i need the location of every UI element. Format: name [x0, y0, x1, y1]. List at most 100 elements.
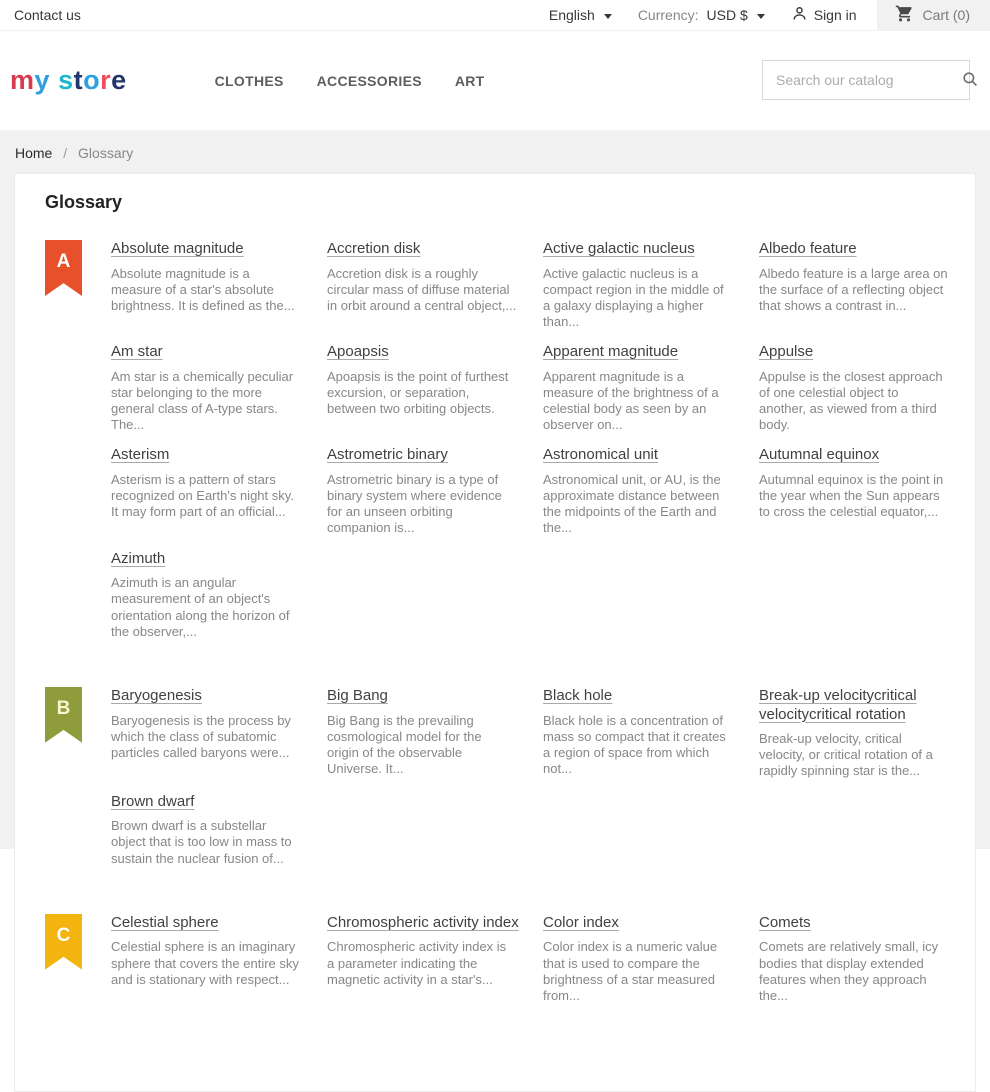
- term-link[interactable]: Asterism: [111, 446, 169, 463]
- glossary-term: Black hole Black hole is a concentration…: [543, 687, 741, 780]
- term-link[interactable]: Brown dwarf: [111, 793, 194, 810]
- term-link[interactable]: Baryogenesis: [111, 687, 202, 704]
- term-link[interactable]: Autumnal equinox: [759, 446, 879, 463]
- cart-label: Cart (0): [922, 7, 970, 23]
- glossary-term: Break-up velocitycritical velocitycritic…: [759, 687, 957, 780]
- term-link[interactable]: Astrometric binary: [327, 446, 448, 463]
- glossary-term: Big Bang Big Bang is the prevailing cosm…: [327, 687, 525, 780]
- term-description: Apparent magnitude is a measure of the b…: [543, 368, 719, 433]
- term-description: Baryogenesis is the process by which the…: [111, 712, 291, 760]
- glossary-term: Active galactic nucleus Active galactic …: [543, 240, 741, 330]
- language-selected-label: English: [548, 7, 595, 23]
- contact-us-link[interactable]: Contact us: [14, 0, 81, 30]
- main-header: my store CLOTHES ACCESSORIES ART: [0, 31, 990, 130]
- glossary-term: Brown dwarf Brown dwarf is a substellar …: [111, 793, 309, 867]
- nav-item-accessories[interactable]: ACCESSORIES: [317, 73, 422, 89]
- letter-badge-column: A: [31, 240, 111, 640]
- term-description: Astrometric binary is a type of binary s…: [327, 472, 502, 536]
- glossary-term: Color index Color index is a numeric val…: [543, 914, 741, 1004]
- search-icon: [961, 70, 979, 91]
- caret-down-icon: [603, 13, 612, 19]
- glossary-term: Albedo feature Albedo feature is a large…: [759, 240, 957, 330]
- letter-badge-column: B: [31, 686, 111, 867]
- nav-item-art[interactable]: ART: [455, 73, 485, 89]
- glossary-term: Celestial sphere Celestial sphere is an …: [111, 914, 309, 1004]
- glossary-term: Baryogenesis Baryogenesis is the process…: [111, 687, 309, 780]
- glossary-term: Astronomical unit Astronomical unit, or …: [543, 446, 741, 536]
- term-link[interactable]: Azimuth: [111, 550, 165, 567]
- glossary-letter-section: B Baryogenesis Baryogenesis is the proce…: [31, 686, 959, 867]
- term-link[interactable]: Comets: [759, 914, 811, 931]
- top-bar-right: English Currency: USD $ Sign in Cart (0): [549, 0, 990, 30]
- term-description: Appulse is the closest approach of one c…: [759, 368, 943, 433]
- glossary-panel: Glossary A Absolute magnitude Absolute m…: [14, 173, 976, 1092]
- term-link[interactable]: Appulse: [759, 343, 813, 360]
- letter-badge-label: C: [56, 924, 71, 946]
- term-description: Azimuth is an angular measurement of an …: [111, 575, 290, 639]
- glossary-letter-section: A Absolute magnitude Absolute magnitude …: [31, 240, 959, 640]
- breadcrumb-home-link[interactable]: Home: [15, 145, 52, 161]
- shopping-cart-icon: [895, 4, 914, 26]
- term-link[interactable]: Accretion disk: [327, 240, 420, 257]
- term-link[interactable]: Astronomical unit: [543, 446, 658, 463]
- letter-badge-label: A: [56, 251, 71, 272]
- glossary-term: Absolute magnitude Absolute magnitude is…: [111, 240, 309, 330]
- caret-down-icon: [756, 13, 765, 19]
- sign-in-link[interactable]: Sign in: [791, 0, 857, 30]
- term-link[interactable]: Am star: [111, 343, 163, 360]
- language-selector[interactable]: English: [549, 0, 612, 30]
- currency-selected-label: USD $: [706, 7, 748, 23]
- letter-badge: C: [45, 913, 82, 970]
- glossary-term: Appulse Appulse is the closest approach …: [759, 343, 957, 433]
- term-link[interactable]: Absolute magnitude: [111, 240, 244, 257]
- terms-grid: Celestial sphere Celestial sphere is an …: [111, 914, 959, 1004]
- search-button[interactable]: [957, 70, 990, 91]
- term-link[interactable]: Color index: [543, 914, 619, 931]
- sign-in-label: Sign in: [813, 7, 857, 23]
- term-link[interactable]: Active galactic nucleus: [543, 240, 695, 257]
- currency-label: Currency:: [637, 7, 699, 23]
- search-box: [762, 60, 977, 100]
- search-input[interactable]: [763, 61, 957, 99]
- term-link[interactable]: Apoapsis: [327, 343, 389, 360]
- term-description: Autumnal equinox is the point in the yea…: [759, 472, 944, 520]
- glossary-term: Apparent magnitude Apparent magnitude is…: [543, 343, 741, 433]
- glossary-term: Apoapsis Apoapsis is the point of furthe…: [327, 343, 525, 433]
- terms-grid: Absolute magnitude Absolute magnitude is…: [111, 240, 959, 640]
- term-description: Absolute magnitude is a measure of a sta…: [111, 265, 295, 313]
- term-description: Chromospheric activity index is a parame…: [327, 939, 507, 987]
- breadcrumb-current: Glossary: [78, 145, 134, 161]
- letter-badge-label: B: [56, 697, 71, 719]
- term-description: Brown dwarf is a substellar object that …: [111, 818, 292, 866]
- letter-badge-column: C: [31, 913, 111, 1004]
- term-link[interactable]: Big Bang: [327, 687, 388, 704]
- glossary-term: Chromospheric activity index Chromospher…: [327, 914, 525, 1004]
- glossary-sections: A Absolute magnitude Absolute magnitude …: [31, 240, 959, 1004]
- term-description: Active galactic nucleus is a compact reg…: [543, 265, 724, 330]
- letter-badge: B: [45, 686, 82, 743]
- term-link[interactable]: Black hole: [543, 687, 612, 704]
- term-description: Accretion disk is a roughly circular mas…: [327, 265, 517, 313]
- terms-grid: Baryogenesis Baryogenesis is the process…: [111, 687, 959, 867]
- nav-item-clothes[interactable]: CLOTHES: [215, 73, 284, 89]
- main-nav: CLOTHES ACCESSORIES ART: [215, 73, 485, 89]
- term-link[interactable]: Celestial sphere: [111, 914, 219, 931]
- person-icon: [791, 5, 808, 25]
- glossary-term: Am star Am star is a chemically peculiar…: [111, 343, 309, 433]
- term-link[interactable]: Break-up velocitycritical velocitycritic…: [759, 687, 917, 723]
- term-link[interactable]: Chromospheric activity index: [327, 914, 519, 931]
- term-description: Color index is a numeric value that is u…: [543, 939, 718, 1003]
- term-description: Asterism is a pattern of stars recognize…: [111, 472, 294, 520]
- glossary-term: Accretion disk Accretion disk is a rough…: [327, 240, 525, 330]
- glossary-term: Asterism Asterism is a pattern of stars …: [111, 446, 309, 536]
- term-link[interactable]: Albedo feature: [759, 240, 857, 257]
- store-logo[interactable]: my store: [10, 65, 127, 96]
- currency-selector[interactable]: Currency: USD $: [638, 0, 765, 30]
- cart-button[interactable]: Cart (0): [876, 0, 990, 30]
- top-bar: Contact us English Currency: USD $ Sign …: [0, 0, 990, 31]
- term-description: Celestial sphere is an imaginary sphere …: [111, 939, 299, 987]
- letter-badge: A: [45, 240, 82, 296]
- term-description: Comets are relatively small, icy bodies …: [759, 939, 939, 1003]
- term-description: Apoapsis is the point of furthest excurs…: [327, 368, 509, 417]
- term-link[interactable]: Apparent magnitude: [543, 343, 678, 360]
